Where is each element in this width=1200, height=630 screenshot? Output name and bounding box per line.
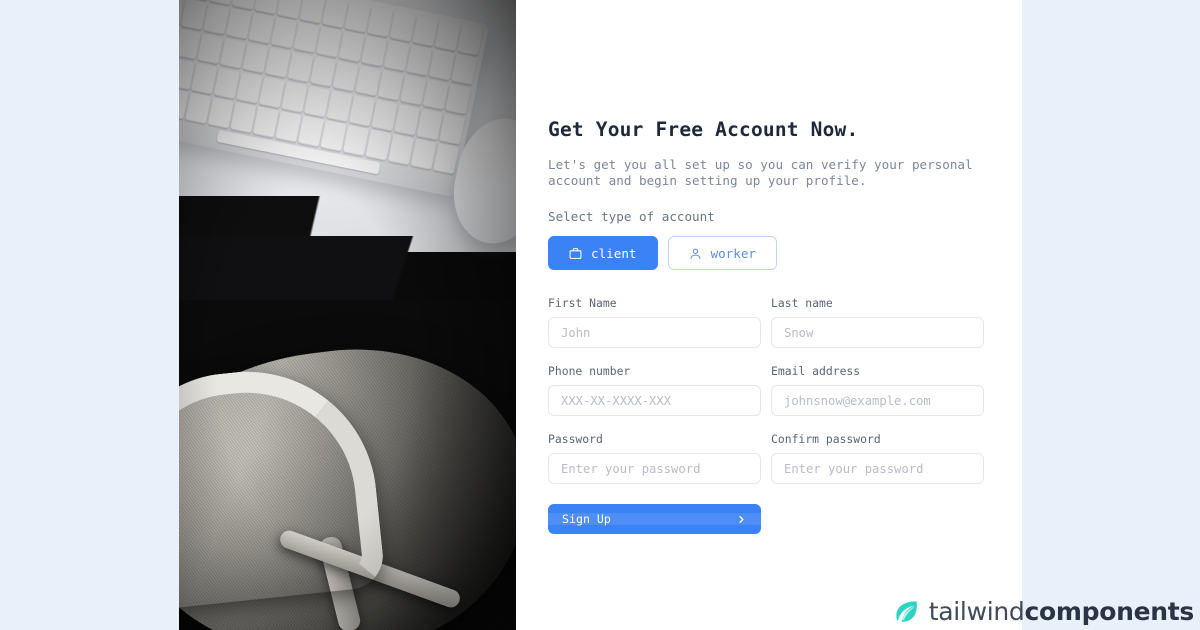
field-last-name: Last name	[771, 296, 984, 348]
field-email-address-label: Email address	[771, 364, 861, 378]
field-phone-number-label: Phone number	[548, 364, 631, 378]
watermark-text-light: tailwind	[928, 597, 1025, 626]
briefcase-icon	[569, 247, 582, 260]
field-first-name-label: First Name	[548, 296, 617, 310]
account-type-worker-button[interactable]: worker	[667, 236, 777, 270]
account-type-group: client worker	[548, 236, 990, 270]
password-input[interactable]	[548, 453, 761, 484]
page-subtitle: Let's get you all set up so you can veri…	[548, 157, 973, 188]
field-password: Password	[548, 432, 761, 484]
keyboard-keys	[179, 0, 484, 175]
page-root: Get Your Free Account Now. Let's get you…	[0, 0, 1200, 630]
email-address-input[interactable]	[771, 385, 984, 416]
signup-form: Get Your Free Account Now. Let's get you…	[516, 0, 1022, 630]
field-email-address: Email address	[771, 364, 984, 416]
account-type-client-label: client	[591, 245, 637, 261]
first-name-input[interactable]	[548, 317, 761, 348]
form-fields-grid: First Name Last name Phone number Email …	[548, 296, 990, 500]
sign-up-label: Sign Up	[562, 512, 611, 526]
confirm-password-input[interactable]	[771, 453, 984, 484]
field-confirm-password: Confirm password	[771, 432, 984, 484]
field-first-name: First Name	[548, 296, 761, 348]
account-type-label: Select type of account	[548, 209, 715, 224]
field-last-name-label: Last name	[771, 296, 833, 310]
watermark-text: tailwindcomponents	[928, 597, 1195, 626]
leaf-icon	[896, 601, 917, 622]
field-confirm-password-label: Confirm password	[771, 432, 881, 446]
account-type-worker-label: worker	[710, 245, 757, 261]
last-name-input[interactable]	[771, 317, 984, 348]
hero-photo	[179, 0, 516, 630]
field-password-label: Password	[548, 432, 603, 446]
tailwind-components-watermark: tailwindcomponents	[893, 597, 1194, 626]
field-phone-number: Phone number	[548, 364, 761, 416]
watermark-text-bold: components	[1024, 597, 1195, 626]
page-title: Get Your Free Account Now.	[548, 118, 859, 141]
account-type-client-button[interactable]: client	[548, 236, 658, 270]
chevron-right-icon	[739, 515, 744, 523]
phone-number-input[interactable]	[548, 385, 761, 416]
signup-card: Get Your Free Account Now. Let's get you…	[179, 0, 1022, 630]
sign-up-button[interactable]: Sign Up	[548, 504, 761, 534]
user-icon	[689, 247, 702, 260]
